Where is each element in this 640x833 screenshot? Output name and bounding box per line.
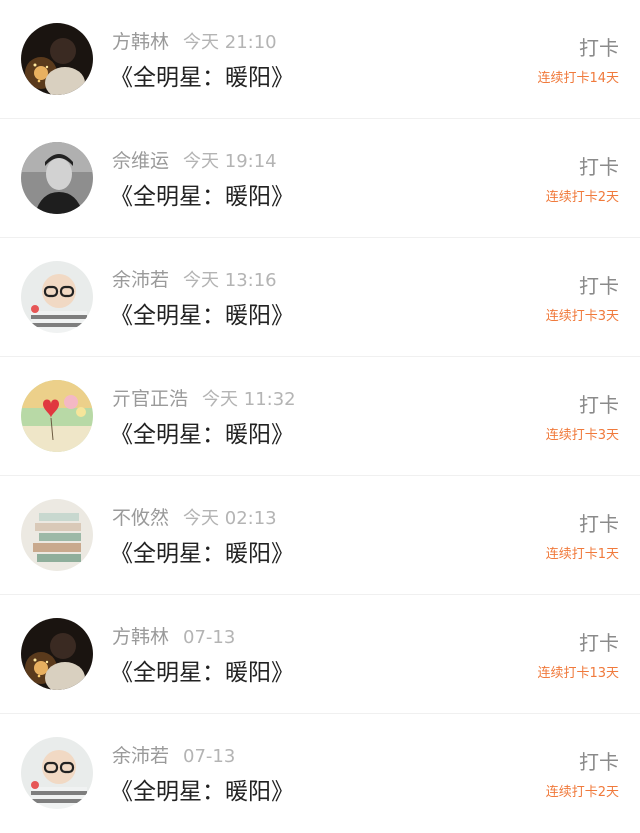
checkin-row[interactable]: 佘维运 今天 19:14 《全明星：暖阳》 打卡 连续打卡2天 [0,119,640,238]
checkin-button[interactable]: 打卡 [579,35,619,61]
checkin-button[interactable]: 打卡 [579,630,619,656]
avatar[interactable] [21,23,93,95]
book-title[interactable]: 《全明星：暖阳》 [110,657,294,689]
meta-line: 余沛若 07-13 [112,743,235,769]
avatar[interactable] [21,380,93,452]
user-name[interactable]: 不攸然 [112,507,169,529]
book-title[interactable]: 《全明星：暖阳》 [110,181,294,213]
user-name[interactable]: 方韩林 [112,31,169,53]
meta-line: 余沛若 今天 13:16 [112,267,277,293]
checkin-button[interactable]: 打卡 [579,749,619,775]
meta-line: 方韩林 07-13 [112,624,235,650]
meta-line: 佘维运 今天 19:14 [112,148,277,174]
timestamp: 今天 02:13 [183,508,277,529]
checkin-button[interactable]: 打卡 [579,273,619,299]
timestamp: 07-13 [183,746,236,767]
checkin-row[interactable]: 余沛若 今天 13:16 《全明星：暖阳》 打卡 连续打卡3天 [0,238,640,357]
user-name[interactable]: 余沛若 [112,745,169,767]
user-name[interactable]: 亓官正浩 [112,388,188,410]
avatar-night-sparkler-icon [21,618,93,690]
avatar-glasses-kid-icon [21,261,93,333]
avatar-book-stack-icon [21,499,93,571]
checkin-row[interactable]: 不攸然 今天 02:13 《全明星：暖阳》 打卡 连续打卡1天 [0,476,640,595]
checkin-button[interactable]: 打卡 [579,511,619,537]
checkin-row[interactable]: 亓官正浩 今天 11:32 《全明星：暖阳》 打卡 连续打卡3天 [0,357,640,476]
avatar-glasses-kid-icon [21,737,93,809]
timestamp: 07-13 [183,627,236,648]
streak-count: 连续打卡1天 [545,547,619,562]
checkin-row[interactable]: 余沛若 07-13 《全明星：暖阳》 打卡 连续打卡2天 [0,714,640,833]
timestamp: 今天 21:10 [183,32,277,53]
streak-count: 连续打卡14天 [537,71,619,86]
streak-count: 连续打卡2天 [545,785,619,800]
user-name[interactable]: 余沛若 [112,269,169,291]
book-title[interactable]: 《全明星：暖阳》 [110,62,294,94]
book-title[interactable]: 《全明星：暖阳》 [110,419,294,451]
checkin-button[interactable]: 打卡 [579,392,619,418]
checkin-row[interactable]: 方韩林 07-13 《全明星：暖阳》 打卡 连续打卡13天 [0,595,640,714]
streak-count: 连续打卡3天 [545,428,619,443]
avatar-heart-balloon-icon [21,380,93,452]
checkin-button[interactable]: 打卡 [579,154,619,180]
checkin-row[interactable]: 方韩林 今天 21:10 《全明星：暖阳》 打卡 连续打卡14天 [0,0,640,119]
book-title[interactable]: 《全明星：暖阳》 [110,300,294,332]
timestamp: 今天 11:32 [202,389,296,410]
streak-count: 连续打卡3天 [545,309,619,324]
meta-line: 方韩林 今天 21:10 [112,29,277,55]
avatar[interactable] [21,142,93,214]
avatar-bw-portrait-icon [21,142,93,214]
avatar[interactable] [21,261,93,333]
avatar-night-sparkler-icon [21,23,93,95]
avatar[interactable] [21,618,93,690]
streak-count: 连续打卡2天 [545,190,619,205]
user-name[interactable]: 佘维运 [112,150,169,172]
streak-count: 连续打卡13天 [537,666,619,681]
timestamp: 今天 13:16 [183,270,277,291]
book-title[interactable]: 《全明星：暖阳》 [110,538,294,570]
meta-line: 亓官正浩 今天 11:32 [112,386,296,412]
avatar[interactable] [21,499,93,571]
user-name[interactable]: 方韩林 [112,626,169,648]
avatar[interactable] [21,737,93,809]
timestamp: 今天 19:14 [183,151,277,172]
checkin-list: 方韩林 今天 21:10 《全明星：暖阳》 打卡 连续打卡14天 佘维运 今天 19… [0,0,640,832]
meta-line: 不攸然 今天 02:13 [112,505,277,531]
book-title[interactable]: 《全明星：暖阳》 [110,776,294,808]
